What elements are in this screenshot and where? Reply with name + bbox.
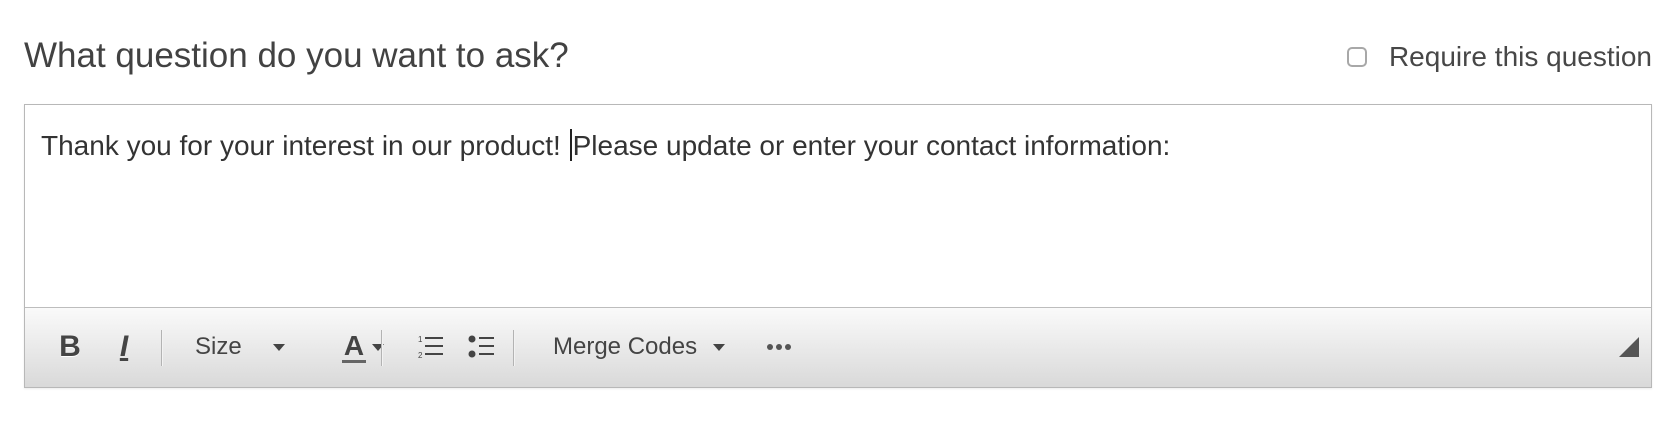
resize-handle-icon[interactable]: [1619, 337, 1639, 357]
more-options-button[interactable]: [757, 326, 801, 368]
font-size-label: Size: [195, 333, 242, 360]
question-editor[interactable]: Thank you for your interest in our produ…: [24, 104, 1652, 388]
editor-text-after-cursor: Please update or enter your contact info…: [572, 130, 1171, 161]
merge-codes-label: Merge Codes: [553, 333, 698, 360]
toolbar-separator-3: [513, 330, 514, 366]
ordered-list-icon: 1 2: [418, 335, 443, 360]
chevron-down-icon: [713, 343, 726, 351]
svg-text:1: 1: [418, 335, 423, 344]
editor-toolbar: B I Size A 1 2 Merge Codes: [25, 307, 1651, 387]
more-icon-dot: [776, 344, 782, 350]
editor-text-before-cursor: Thank you for your interest in our produ…: [41, 130, 569, 161]
unordered-list-button[interactable]: [461, 326, 501, 368]
question-heading: What question do you want to ask?: [24, 36, 569, 75]
unordered-list-icon: [468, 335, 494, 358]
text-color-dropdown[interactable]: A: [335, 326, 391, 368]
chevron-down-icon: [273, 343, 285, 351]
toolbar-separator-2: [381, 330, 382, 366]
editor-content[interactable]: Thank you for your interest in our produ…: [41, 125, 1635, 167]
more-icon: [767, 344, 773, 350]
ordered-list-button[interactable]: 1 2: [411, 326, 451, 368]
chevron-down-icon: [372, 343, 385, 351]
bold-button[interactable]: B: [49, 326, 91, 368]
require-question-checkbox[interactable]: [1346, 47, 1367, 67]
require-question-control[interactable]: Require this question: [1346, 36, 1652, 78]
italic-button[interactable]: I: [103, 326, 145, 368]
toolbar-separator-1: [161, 330, 162, 366]
merge-codes-dropdown[interactable]: Merge Codes: [553, 326, 743, 368]
text-color-icon: A: [341, 329, 367, 363]
text-cursor: [569, 129, 572, 161]
font-size-dropdown[interactable]: Size: [195, 326, 315, 368]
more-icon-dot: [785, 344, 791, 350]
require-question-label[interactable]: Require this question: [1389, 41, 1652, 73]
svg-text:2: 2: [418, 351, 423, 360]
